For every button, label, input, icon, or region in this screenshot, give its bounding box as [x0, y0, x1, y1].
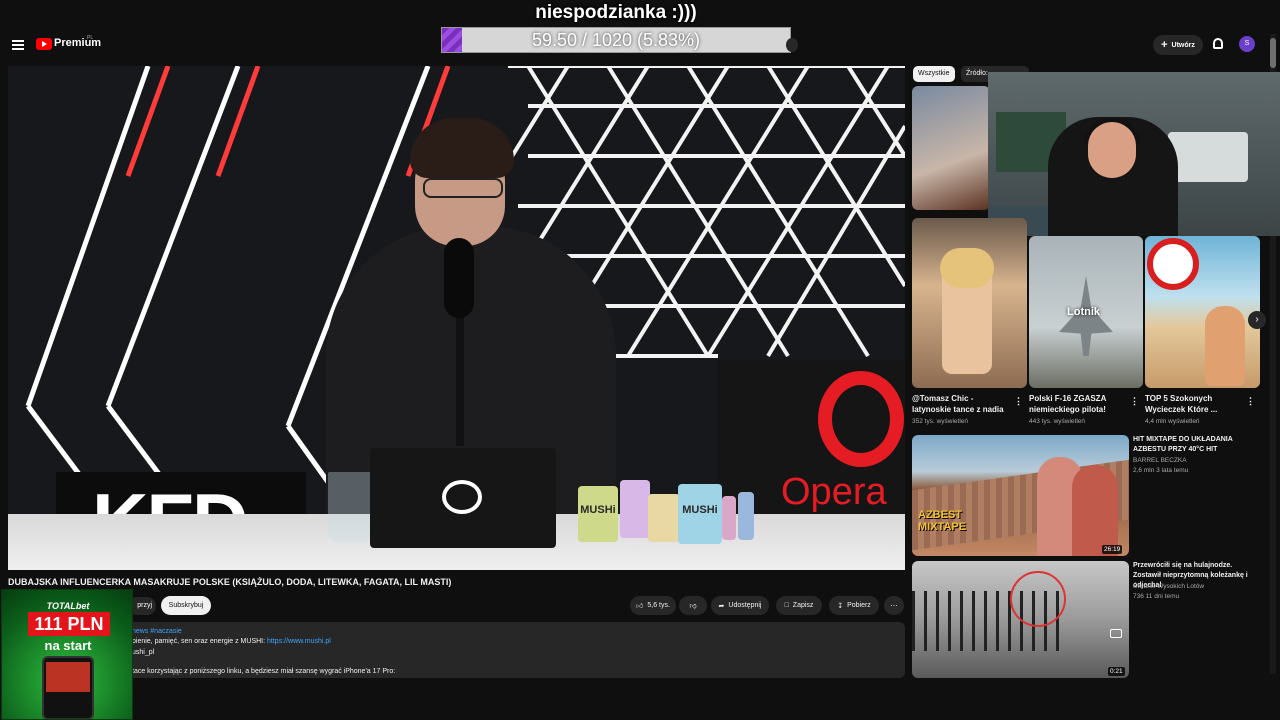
download-icon: ↧: [837, 602, 844, 610]
download-button[interactable]: ↧ Pobierz: [829, 596, 879, 615]
list-video-thumbnail[interactable]: AZBEST MIXTAPE 26:19: [912, 435, 1129, 556]
youtube-header: Premium PL + Utwórz S: [0, 32, 1270, 60]
mushi-jar-label: MUSHi: [682, 504, 718, 516]
list-video-thumbnail[interactable]: 0:21: [912, 561, 1129, 678]
avatar[interactable]: S: [1239, 36, 1255, 52]
mushi-jar: [648, 494, 680, 542]
like-button[interactable]: 👍︎ 5,6 tys.: [630, 596, 676, 615]
ad-tagline: na start: [44, 638, 92, 653]
microphone-icon: [444, 238, 474, 318]
row-video-meta: 352 tys. wyświetleń: [912, 418, 968, 425]
microphone-stand: [456, 316, 464, 446]
share-button[interactable]: ➦ Udostępnij: [711, 596, 769, 615]
region-code: PL: [87, 35, 94, 41]
streamer-webcam: [988, 72, 1280, 236]
mushi-jar: MUSHi: [678, 484, 722, 544]
thumb-circle: [1010, 571, 1066, 627]
thumb-hair: [940, 248, 994, 288]
thumb-text: AZBEST MIXTAPE: [918, 509, 967, 533]
notifications-bell-icon[interactable]: [1213, 38, 1223, 49]
description-hashtags[interactable]: news #naczasie: [132, 628, 182, 635]
more-options-icon[interactable]: ⋮: [1130, 396, 1139, 407]
stream-overlay-title: niespodzianka :))): [535, 2, 697, 23]
ad-amount: 111 PLN: [28, 612, 110, 636]
row-video-thumbnail[interactable]: [912, 218, 1027, 388]
row-video-thumbnail[interactable]: Lotnik: [1029, 236, 1143, 388]
thumb-text: Lotnik: [1067, 306, 1100, 318]
mushi-bottle: [722, 496, 736, 540]
dislike-button[interactable]: 👎︎: [679, 596, 707, 615]
description-link[interactable]: https://www.mushi.pl: [267, 638, 331, 645]
row-video-meta: 443 tys. wyświetleń: [1029, 418, 1085, 425]
laptop-logo-icon: [442, 480, 482, 514]
row-video-title[interactable]: TOP 5 Szokonych Wycieczek Które ...: [1145, 393, 1240, 415]
more-actions-button[interactable]: ⋯: [884, 596, 904, 615]
webcam-shelf: [1168, 132, 1248, 182]
host-glasses: [423, 178, 503, 198]
sponsor-ad: TOTALbet 111 PLN na start: [1, 589, 133, 720]
download-label: Pobierz: [847, 602, 871, 609]
bookmark-icon: □: [784, 602, 789, 609]
row-video-title[interactable]: @Tomasz Chic - latynoskie tance z nadia: [912, 393, 1012, 415]
mushi-bottle: [738, 492, 754, 540]
subscribe-button[interactable]: Subskrybuj: [161, 596, 211, 615]
create-button[interactable]: + Utwórz: [1153, 35, 1203, 55]
share-label: Udostępnij: [728, 602, 762, 609]
row-video-meta: 4,4 mln wyświetleń: [1145, 418, 1200, 425]
chevron-right-icon[interactable]: ›: [1248, 311, 1266, 329]
video-duration: 26:19: [1102, 545, 1123, 554]
video-player[interactable]: KFD Opera G MUSHi MUSHi: [8, 66, 905, 570]
camera-icon: [1110, 629, 1122, 638]
row-video-title[interactable]: Polski F-16 ZGASZA niemieckiego pilota!: [1029, 393, 1124, 415]
youtube-premium-label[interactable]: Premium: [54, 37, 101, 49]
more-options-icon[interactable]: ⋮: [1014, 396, 1023, 407]
scrollbar-thumb[interactable]: [1270, 38, 1276, 68]
thumbs-down-icon: 👎︎: [689, 603, 697, 610]
water-glass: [328, 472, 374, 542]
no-sign-icon: [1147, 238, 1199, 290]
save-label: Zapisz: [792, 602, 814, 609]
mushi-jar: MUSHi: [578, 486, 618, 542]
thumb-person: [1072, 465, 1118, 556]
save-button[interactable]: □ Zapisz: [776, 596, 822, 615]
mushi-jar-label: MUSHi: [580, 504, 616, 516]
description-line: ushi_pl: [132, 649, 155, 656]
create-label: Utwórz: [1171, 41, 1195, 49]
chip-all[interactable]: Wszystkie: [913, 66, 955, 82]
video-title: DUBAJSKA INFLUENCERKA MASAKRUJE POLSKE (…: [8, 577, 452, 587]
description-box[interactable]: news #naczasie pienie, pamięć, sen oraz …: [8, 622, 905, 678]
thumbs-up-icon: 👍︎: [636, 603, 644, 610]
host-hair: [410, 118, 514, 178]
share-arrow-icon: ➦: [718, 602, 725, 610]
ad-brand: TOTALbet: [46, 601, 90, 611]
row-video-thumbnail[interactable]: [1145, 236, 1260, 388]
list-video-channel[interactable]: BARREL BECZKA: [1133, 456, 1187, 465]
list-video-meta: 2,6 mln 3 lata temu: [1133, 467, 1189, 474]
list-video-channel[interactable]: Świdnik Wysokich Lotów: [1133, 582, 1204, 591]
description-line: tace korzystając z poniższego linku, a b…: [132, 668, 396, 675]
video-duration: 0:21: [1108, 667, 1125, 676]
voice-search-icon[interactable]: [786, 38, 798, 52]
plus-icon: +: [1161, 39, 1168, 51]
thumb-person: [1205, 306, 1245, 386]
more-options-icon[interactable]: ⋮: [1246, 396, 1255, 407]
youtube-logo-icon[interactable]: [36, 38, 52, 50]
more-dots-icon: ⋯: [890, 602, 898, 610]
hamburger-menu-icon[interactable]: [12, 40, 24, 50]
mushi-jar: [620, 480, 650, 538]
ad-phone-screen: [46, 662, 90, 692]
sidebar-thumbnail[interactable]: [912, 86, 990, 210]
description-text: pienie, pamięć, sen oraz energie z MUSHI…: [132, 638, 266, 645]
description-line: pienie, pamięć, sen oraz energie z MUSHI…: [132, 638, 331, 645]
ad-phone-image: [42, 656, 94, 719]
list-video-meta: 736 11 dni temu: [1133, 593, 1180, 600]
opera-logo-icon: [818, 371, 904, 467]
list-video-title[interactable]: HIT MIXTAPE DO UKŁADANIA AZBESTU PRZY 40…: [1133, 435, 1261, 455]
like-count: 5,6 tys.: [647, 602, 670, 609]
